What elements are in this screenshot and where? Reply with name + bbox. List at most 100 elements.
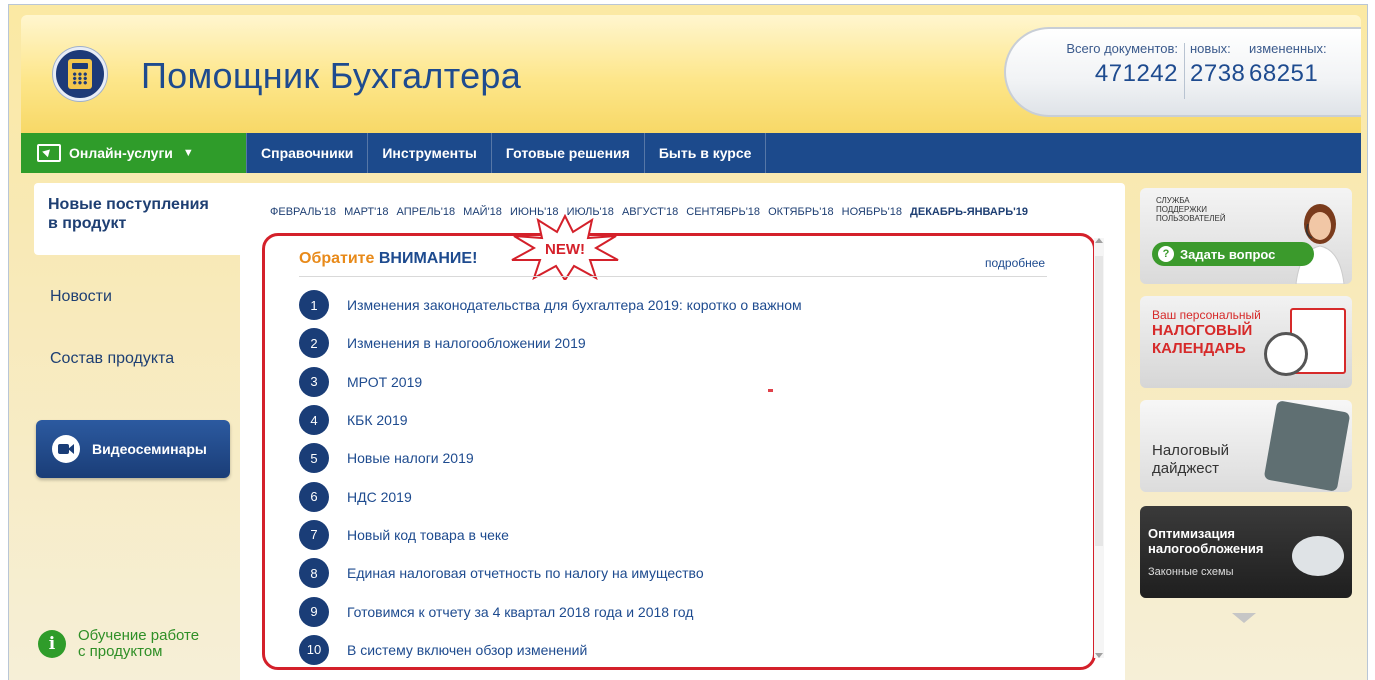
list-item[interactable]: 3 МРОТ 2019 bbox=[299, 363, 802, 401]
optimization-title: Оптимизация налогообложения bbox=[1148, 526, 1264, 556]
stat-changed-value: 68251 bbox=[1249, 60, 1319, 87]
list-item-text[interactable]: Изменения в налогообложении 2019 bbox=[347, 335, 586, 351]
training-link[interactable]: i Обучение работе с продуктом bbox=[38, 628, 199, 660]
scroll-thumb[interactable] bbox=[1095, 256, 1103, 546]
clock-icon bbox=[1264, 332, 1308, 376]
list-number: 5 bbox=[299, 443, 329, 474]
list-item[interactable]: 1 Изменения законодательства для бухгалте… bbox=[299, 286, 802, 324]
info-icon: i bbox=[38, 630, 66, 658]
list-item-text[interactable]: Новые налоги 2019 bbox=[347, 450, 474, 466]
stat-new: новых: 2738 bbox=[1190, 41, 1245, 88]
month-link[interactable]: МАРТ'18 bbox=[344, 206, 388, 218]
tax-calendar-banner[interactable]: Ваш персональный НАЛОГОВЫЙ КАЛЕНДАРЬ bbox=[1140, 296, 1352, 388]
ask-question-label: Задать вопрос bbox=[1180, 246, 1276, 262]
header: Помощник Бухгалтера Всего документов: 47… bbox=[21, 15, 1361, 133]
tax-digest-banner[interactable]: Налоговый дайджест bbox=[1140, 400, 1352, 492]
month-link[interactable]: АВГУСТ'18 bbox=[622, 206, 678, 218]
sidebar-item-label: Новые поступления bbox=[48, 196, 209, 213]
list-number: 1 bbox=[299, 290, 329, 321]
list-item[interactable]: 6 НДС 2019 bbox=[299, 477, 802, 515]
calculator-icon bbox=[1263, 400, 1351, 492]
support-operator-image bbox=[1295, 204, 1345, 284]
attention-heading: Обратите ВНИМАНИЕ! bbox=[299, 250, 477, 268]
support-banner[interactable]: СЛУЖБА ПОДДЕРЖКИ ПОЛЬЗОВАТЕЛЕЙ ? Задать … bbox=[1140, 188, 1352, 284]
list-number: 8 bbox=[299, 558, 329, 589]
site-title[interactable]: Помощник Бухгалтера bbox=[141, 55, 521, 97]
nav-online-services[interactable]: Онлайн-услуги ▼ bbox=[21, 133, 247, 173]
stat-new-value: 2738 bbox=[1190, 60, 1246, 87]
stat-total-label: Всего документов: bbox=[1066, 41, 1178, 56]
news-scrollbar[interactable] bbox=[1094, 238, 1104, 658]
scroll-up-icon[interactable] bbox=[1095, 238, 1103, 243]
video-seminars-button[interactable]: Видеосеминары bbox=[36, 420, 230, 478]
month-link-current[interactable]: ДЕКАБРЬ-ЯНВАРЬ'19 bbox=[910, 206, 1028, 218]
tax-optimization-banner[interactable]: Оптимизация налогообложения Законные схе… bbox=[1140, 506, 1352, 598]
nav-item-tools[interactable]: Инструменты bbox=[368, 133, 492, 173]
stat-changed-label: измененных: bbox=[1249, 41, 1327, 56]
main-nav: Онлайн-услуги ▼ Справочники Инструменты … bbox=[21, 133, 1361, 173]
list-item[interactable]: 7 Новый код товара в чеке bbox=[299, 516, 802, 554]
scroll-down-icon[interactable] bbox=[1095, 653, 1103, 658]
calendar-title: НАЛОГОВЫЙ КАЛЕНДАРЬ bbox=[1152, 322, 1253, 357]
video-camera-icon bbox=[52, 435, 80, 463]
scroll-banners-down-icon[interactable] bbox=[1232, 613, 1256, 623]
list-item[interactable]: 5 Новые налоги 2019 bbox=[299, 439, 802, 477]
month-filter: ФЕВРАЛЬ'18 МАРТ'18 АПРЕЛЬ'18 МАЙ'18 ИЮНЬ… bbox=[270, 206, 1033, 218]
month-link[interactable]: НОЯБРЬ'18 bbox=[842, 206, 902, 218]
more-link[interactable]: подробнее bbox=[985, 256, 1045, 270]
sidebar-item-new-arrivals[interactable]: Новые поступления в продукт bbox=[34, 183, 240, 255]
month-link[interactable]: АПРЕЛЬ'18 bbox=[397, 206, 456, 218]
list-item[interactable]: 2 Изменения в налогообложении 2019 bbox=[299, 324, 802, 362]
list-item[interactable]: 8 Единая налоговая отчетность по налогу н… bbox=[299, 554, 802, 592]
nav-item-solutions[interactable]: Готовые решения bbox=[492, 133, 645, 173]
calculator-logo-icon[interactable] bbox=[53, 47, 107, 101]
list-number: 7 bbox=[299, 519, 329, 550]
month-link[interactable]: ОКТЯБРЬ'18 bbox=[768, 206, 834, 218]
list-item-text[interactable]: КБК 2019 bbox=[347, 412, 408, 428]
training-label: с продуктом bbox=[78, 643, 163, 660]
list-item[interactable]: 9 Готовимся к отчету за 4 квартал 2018 го… bbox=[299, 592, 802, 630]
list-number: 10 bbox=[299, 634, 329, 665]
digest-title: Налоговый дайджест bbox=[1152, 442, 1230, 477]
stat-total: Всего документов: 471242 bbox=[1048, 41, 1178, 88]
list-item-text[interactable]: МРОТ 2019 bbox=[347, 374, 422, 390]
support-title: СЛУЖБА ПОДДЕРЖКИ ПОЛЬЗОВАТЕЛЕЙ bbox=[1156, 196, 1226, 223]
main-panel: ФЕВРАЛЬ'18 МАРТ'18 АПРЕЛЬ'18 МАЙ'18 ИЮНЬ… bbox=[240, 183, 1125, 680]
list-item-text[interactable]: Единая налоговая отчетность по налогу на… bbox=[347, 565, 704, 581]
new-starburst-icon: NEW! bbox=[511, 214, 619, 280]
nav-online-label: Онлайн-услуги bbox=[69, 145, 173, 161]
list-item[interactable]: 10 В систему включен обзор изменений bbox=[299, 631, 802, 669]
list-number: 9 bbox=[299, 596, 329, 627]
news-list: 1 Изменения законодательства для бухгалте… bbox=[299, 286, 802, 669]
question-icon: ? bbox=[1158, 246, 1174, 262]
month-link[interactable]: МАЙ'18 bbox=[463, 206, 502, 218]
stat-changed: измененных: 68251 bbox=[1249, 41, 1327, 88]
list-item[interactable]: 4 КБК 2019 bbox=[299, 401, 802, 439]
sidebar-item-news[interactable]: Новости bbox=[50, 288, 112, 306]
list-item-text[interactable]: НДС 2019 bbox=[347, 489, 412, 505]
sidebar-item-composition[interactable]: Состав продукта bbox=[50, 350, 174, 368]
heading-blue: ВНИМАНИЕ! bbox=[378, 250, 478, 267]
stat-total-value: 471242 bbox=[1094, 60, 1178, 87]
red-mark bbox=[768, 389, 773, 392]
list-item-text[interactable]: В систему включен обзор изменений bbox=[347, 642, 587, 658]
chevron-down-icon: ▼ bbox=[182, 147, 194, 159]
list-item-text[interactable]: Изменения законодательства для бухгалтер… bbox=[347, 297, 802, 313]
document-stats: Всего документов: 471242 новых: 2738 изм… bbox=[1004, 27, 1361, 117]
month-link[interactable]: ФЕВРАЛЬ'18 bbox=[270, 206, 336, 218]
stat-new-label: новых: bbox=[1190, 41, 1231, 56]
month-link[interactable]: СЕНТЯБРЬ'18 bbox=[686, 206, 760, 218]
nav-item-stay-informed[interactable]: Быть в курсе bbox=[645, 133, 767, 173]
new-badge-text: NEW! bbox=[545, 241, 585, 258]
piggy-bank-icon bbox=[1292, 536, 1344, 576]
nav-item-reference[interactable]: Справочники bbox=[247, 133, 369, 173]
list-number: 3 bbox=[299, 366, 329, 397]
list-item-text[interactable]: Готовимся к отчету за 4 квартал 2018 год… bbox=[347, 604, 693, 620]
training-label: Обучение работе bbox=[78, 627, 200, 644]
ask-question-button[interactable]: ? Задать вопрос bbox=[1152, 242, 1314, 266]
video-seminars-label: Видеосеминары bbox=[92, 441, 207, 457]
list-number: 6 bbox=[299, 481, 329, 512]
monitor-cursor-icon bbox=[37, 144, 61, 162]
list-item-text[interactable]: Новый код товара в чеке bbox=[347, 527, 509, 543]
heading-orange: Обратите bbox=[299, 250, 375, 267]
